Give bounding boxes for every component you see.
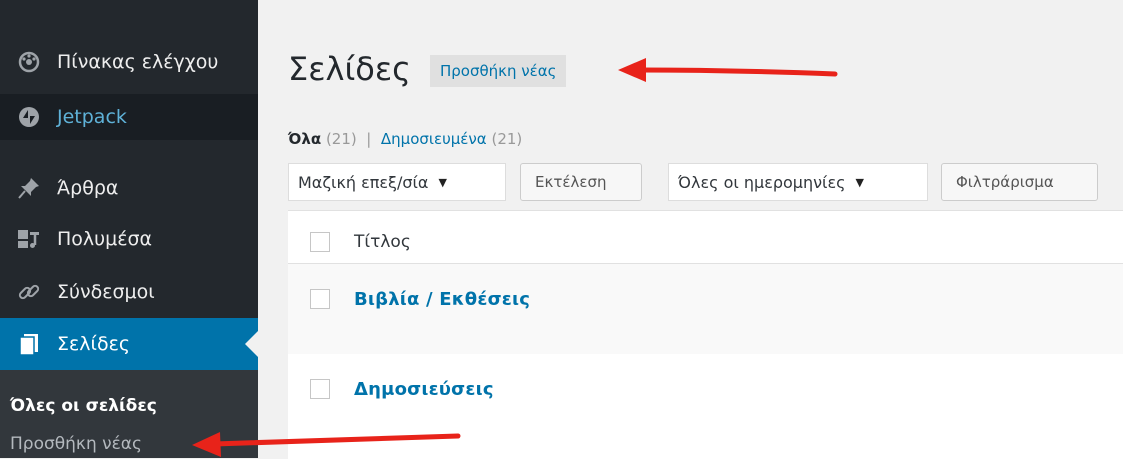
arrow-to-submenu-add-new [192,432,461,457]
arrow-to-add-new-button [618,58,838,82]
annotation-arrows [192,58,838,457]
